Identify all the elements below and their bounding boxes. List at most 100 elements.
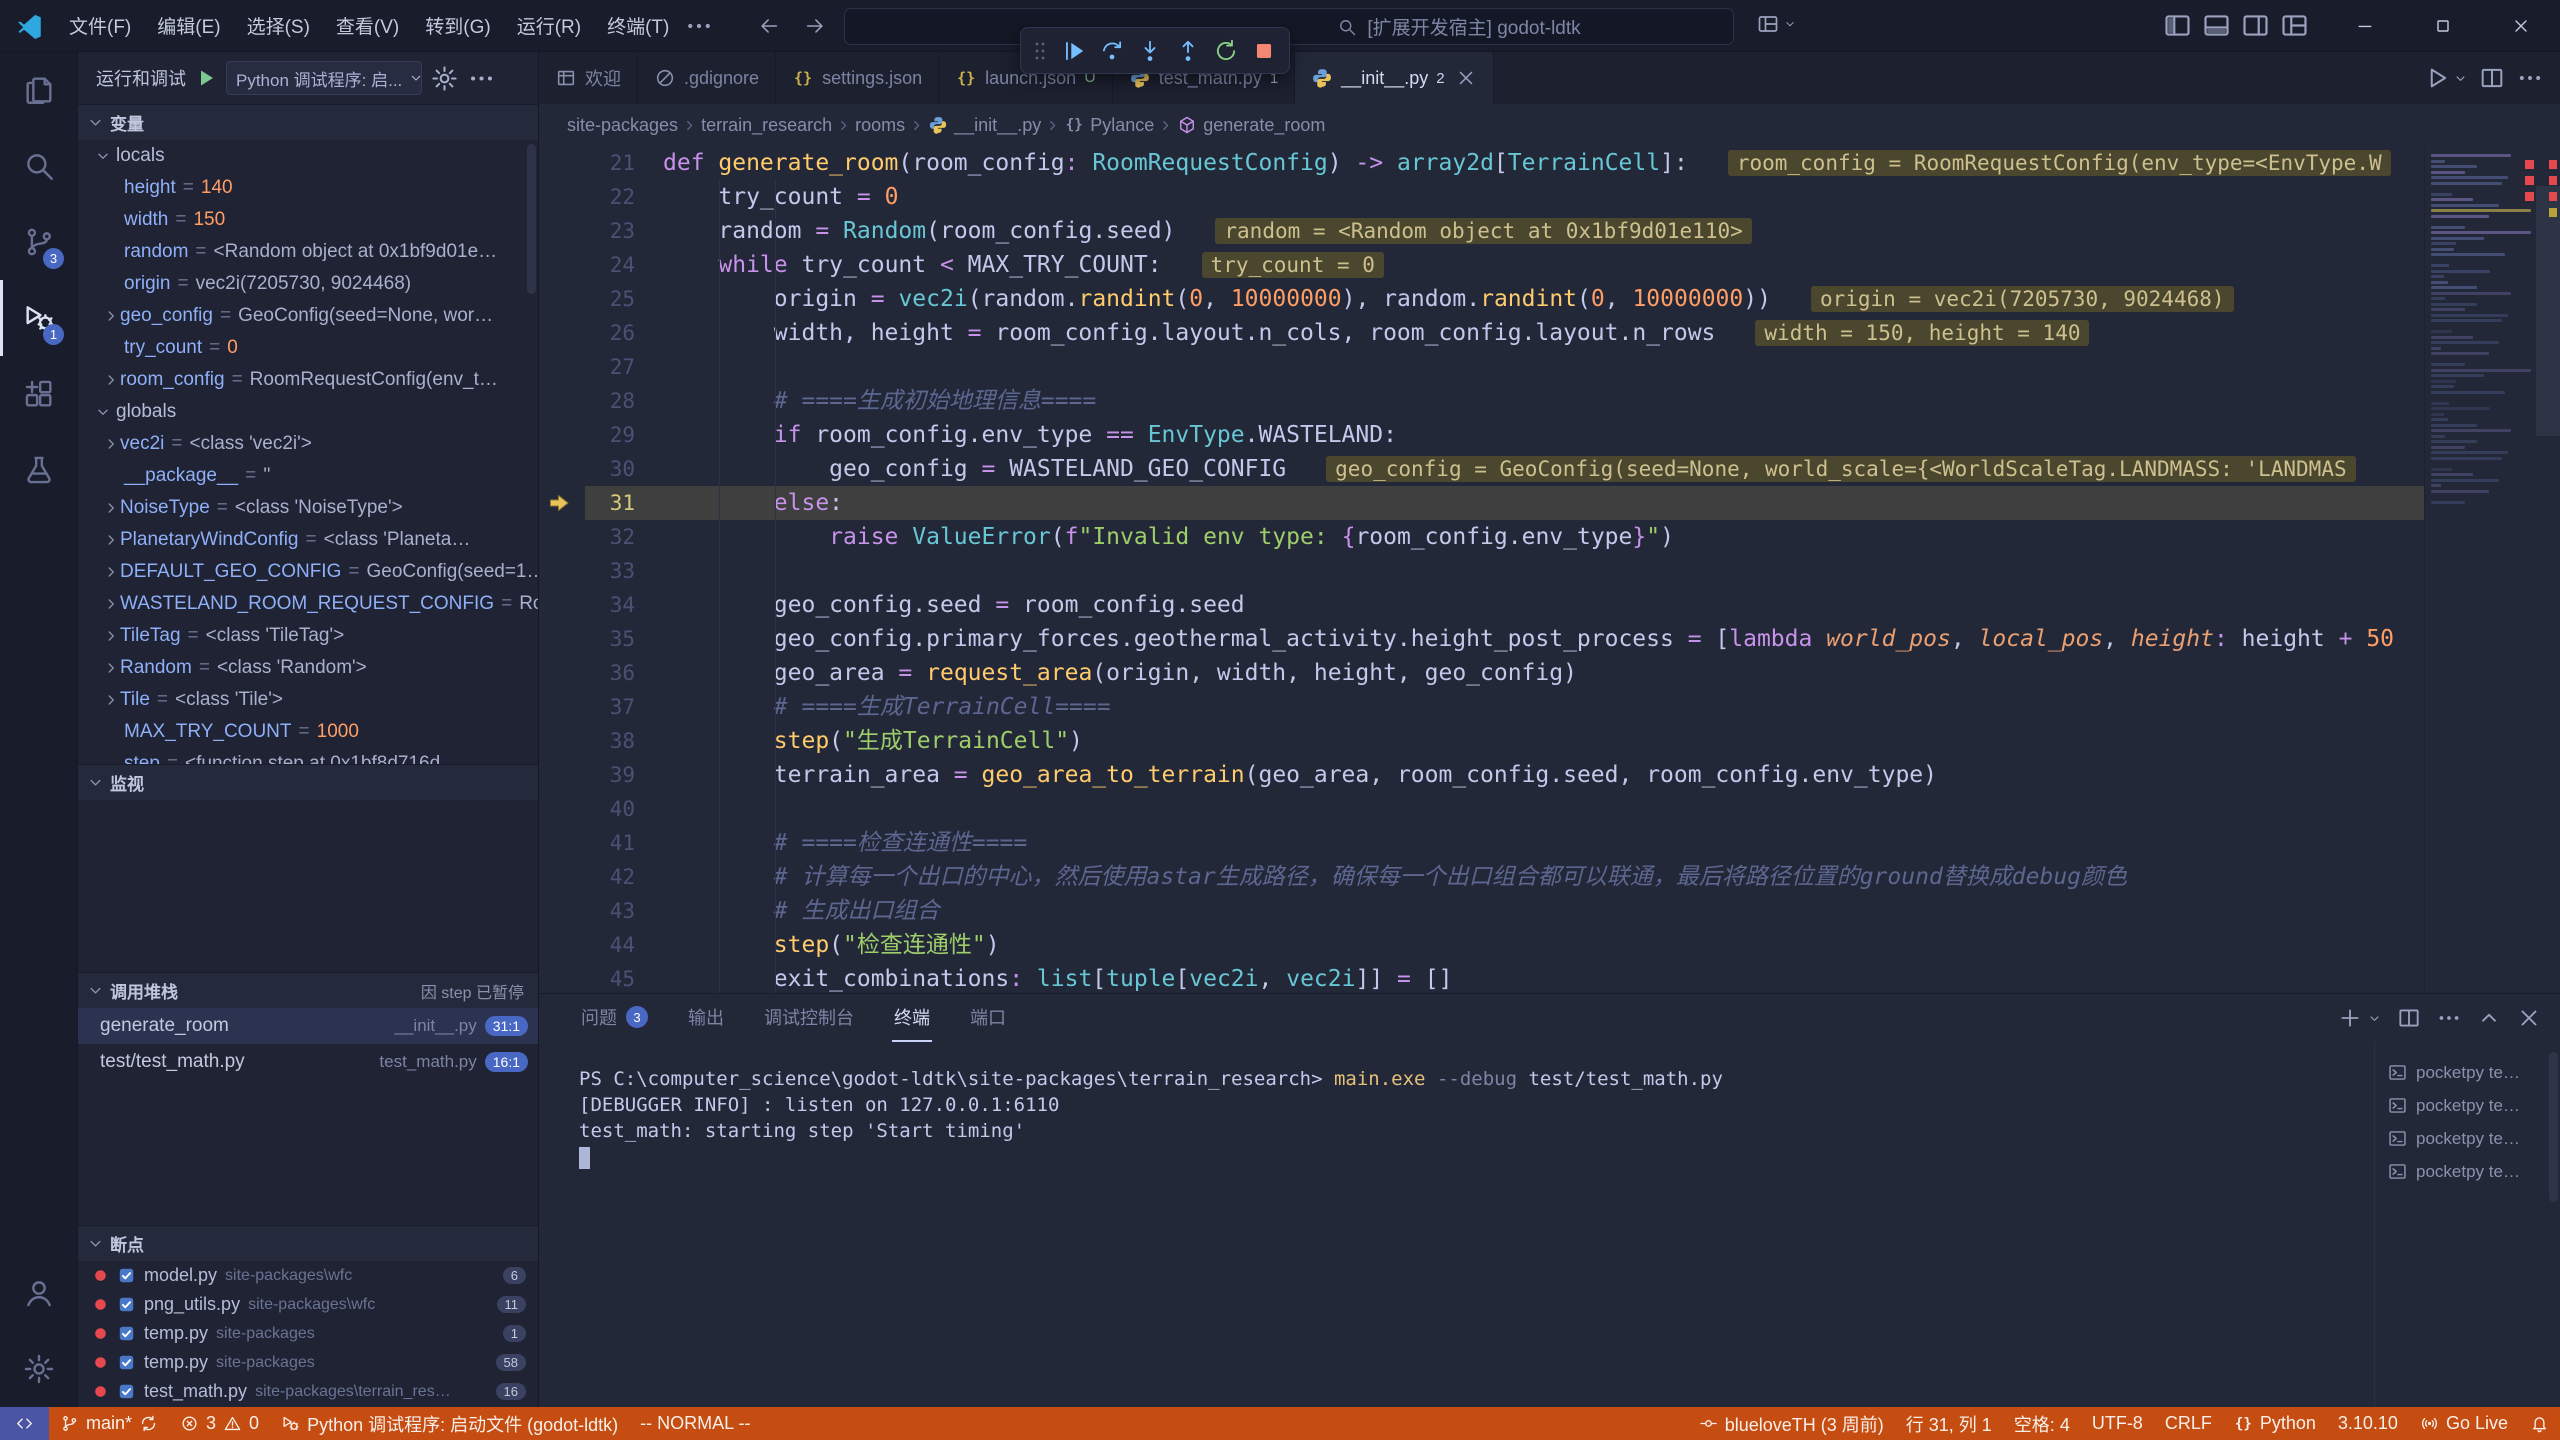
variables-section-header[interactable]: 变量 [78,104,538,140]
run-dropdown-icon[interactable] [2453,71,2468,86]
variable-row[interactable]: vec2i=<class 'vec2i'> [78,428,538,460]
overview-ruler[interactable] [2536,146,2560,993]
watch-section-header[interactable]: 监视 [78,764,538,800]
tab-__init__.py[interactable]: __init__.py2 [1295,52,1493,104]
code-line[interactable]: 23 random = Random(room_config.seed)rand… [539,214,2424,248]
navigate-back-button[interactable] [750,8,788,44]
variable-row[interactable]: height=140 [78,172,538,204]
terminal-instance[interactable]: pocketpy te… [2375,1155,2560,1188]
menu-item[interactable]: 选择(S) [234,12,323,39]
breadcrumb-item[interactable]: rooms [855,115,905,136]
variable-row[interactable]: __package__='' [78,460,538,492]
code-line[interactable]: 39 terrain_area = geo_area_to_terrain(ge… [539,758,2424,792]
code-line[interactable]: 24 while try_count < MAX_TRY_COUNT:try_c… [539,248,2424,282]
menu-item[interactable]: 运行(R) [504,12,594,39]
navigate-forward-button[interactable] [796,8,834,44]
breakpoint-row[interactable]: temp.pysite-packages1 [78,1319,538,1348]
status-notifications[interactable] [2519,1407,2560,1440]
start-debugging-button[interactable] [194,66,218,90]
code-line[interactable]: 42 # 计算每一个出口的中心，然后使用astar生成路径，确保每一个出口组合都… [539,860,2424,894]
activity-settings[interactable] [0,1331,77,1407]
restart-button[interactable] [1208,32,1244,70]
breadcrumb-item[interactable]: terrain_research [701,115,832,136]
breakpoint-row[interactable]: temp.pysite-packages58 [78,1348,538,1377]
customize-layout-icon[interactable] [2279,10,2310,41]
status-remote[interactable] [0,1407,49,1440]
activity-accounts[interactable] [0,1255,77,1331]
breadcrumb-item[interactable]: site-packages [567,115,678,136]
breakpoint-checkbox[interactable] [117,1266,136,1285]
variable-row[interactable]: geo_config=GeoConfig(seed=None, wor… [78,300,538,332]
status-vim-mode[interactable]: -- NORMAL -- [629,1407,761,1440]
debug-gear-icon[interactable] [430,64,459,93]
activity-explorer[interactable] [0,52,77,128]
menu-item[interactable]: 文件(F) [56,12,144,39]
terminal-profile-dropdown-icon[interactable] [2367,1011,2382,1026]
run-python-file-button[interactable] [2423,64,2451,92]
menu-item[interactable]: 查看(V) [323,12,412,39]
step-into-button[interactable] [1132,32,1168,70]
code-line[interactable]: 26 width, height = room_config.layout.n_… [539,316,2424,350]
code-line[interactable]: 35 geo_config.primary_forces.geothermal_… [539,622,2424,656]
callstack-section-header[interactable]: 调用堆栈 因 step 已暂停 [78,972,538,1008]
breadcrumb-item[interactable]: generate_room [1177,115,1325,136]
status-go-live[interactable]: Go Live [2409,1407,2519,1440]
breakpoint-checkbox[interactable] [117,1295,136,1314]
code-line[interactable]: 28 # ====生成初始地理信息==== [539,384,2424,418]
tab-欢迎[interactable]: 欢迎 [539,52,638,104]
variable-row[interactable]: origin=vec2i(7205730, 9024468) [78,268,538,300]
toggle-panel-icon[interactable] [2201,10,2232,41]
activity-source-control[interactable]: 3 [0,204,77,280]
code-line[interactable]: 43 # 生成出口组合 [539,894,2424,928]
variable-row[interactable]: WASTELAND_ROOM_REQUEST_CONFIG=RoomR… [78,588,538,620]
code-line[interactable]: 37 # ====生成TerrainCell==== [539,690,2424,724]
status-debug-session[interactable]: Python 调试程序: 启动文件 (godot-ldtk) [270,1407,629,1440]
breakpoints-section-header[interactable]: 断点 [78,1225,538,1261]
maximize-button[interactable] [2404,0,2482,51]
code-line[interactable]: 27 [539,350,2424,384]
variable-row[interactable]: room_config=RoomRequestConfig(env_t… [78,364,538,396]
status-branch[interactable]: main* [49,1407,169,1440]
profile-dropdown[interactable] [1756,12,1797,36]
variable-row[interactable]: DEFAULT_GEO_CONFIG=GeoConfig(seed=1… [78,556,538,588]
code-line[interactable]: 34 geo_config.seed = room_config.seed [539,588,2424,622]
code-line[interactable]: 32 raise ValueError(f"Invalid env type: … [539,520,2424,554]
code-line[interactable]: 45 exit_combinations: list[tuple[vec2i, … [539,962,2424,993]
stack-frame[interactable]: generate_room__init__.py31:1 [78,1008,538,1044]
terminal-instance[interactable]: pocketpy te… [2375,1122,2560,1155]
panel-scrollbar[interactable] [2549,1052,2558,1202]
variable-row[interactable]: PlanetaryWindConfig=<class 'Planeta… [78,524,538,556]
breadcrumb-item[interactable]: {}Pylance [1064,115,1154,136]
terminal-instance[interactable]: pocketpy te… [2375,1056,2560,1089]
menu-overflow-icon[interactable] [684,11,714,41]
variable-row[interactable]: try_count=0 [78,332,538,364]
menu-item[interactable]: 终端(T) [594,12,682,39]
code-line[interactable]: 31 else: [539,486,2424,520]
scope-locals[interactable]: locals [78,140,538,172]
status-eol[interactable]: CRLF [2154,1407,2223,1440]
variable-row[interactable]: MAX_TRY_COUNT=1000 [78,716,538,748]
activity-extensions[interactable] [0,356,77,432]
toggle-primary-sidebar-icon[interactable] [2162,10,2193,41]
status-indentation[interactable]: 空格: 4 [2003,1407,2081,1440]
code-line[interactable]: 25 origin = vec2i(random.randint(0, 1000… [539,282,2424,316]
activity-testing[interactable] [0,432,77,508]
status-encoding[interactable]: UTF-8 [2081,1407,2154,1440]
code-line[interactable]: 44 step("检查连通性") [539,928,2424,962]
split-editor-button[interactable] [2478,64,2506,92]
terminal-output[interactable]: PS C:\computer_science\godot-ldtk\site-p… [539,1042,2374,1407]
breakpoint-row[interactable]: model.pysite-packages\wfc6 [78,1261,538,1290]
panel-tab-输出[interactable]: 输出 [686,994,726,1042]
split-terminal-button[interactable] [2396,1005,2422,1031]
close-window-button[interactable] [2482,0,2560,51]
variable-row[interactable]: NoiseType=<class 'NoiseType'> [78,492,538,524]
panel-tab-端口[interactable]: 端口 [968,994,1008,1042]
variable-row[interactable]: random=<Random object at 0x1bf9d01e… [78,236,538,268]
breadcrumb-item[interactable]: __init__.py [928,115,1041,136]
stop-button[interactable] [1246,32,1282,70]
variable-row[interactable]: width=150 [78,204,538,236]
views-more-actions-icon[interactable] [467,64,496,93]
variable-row[interactable]: TileTag=<class 'TileTag'> [78,620,538,652]
variable-row[interactable]: step=<function step at 0x1bf8d716d… [78,748,538,764]
status-language-mode[interactable]: {}Python [2223,1407,2327,1440]
